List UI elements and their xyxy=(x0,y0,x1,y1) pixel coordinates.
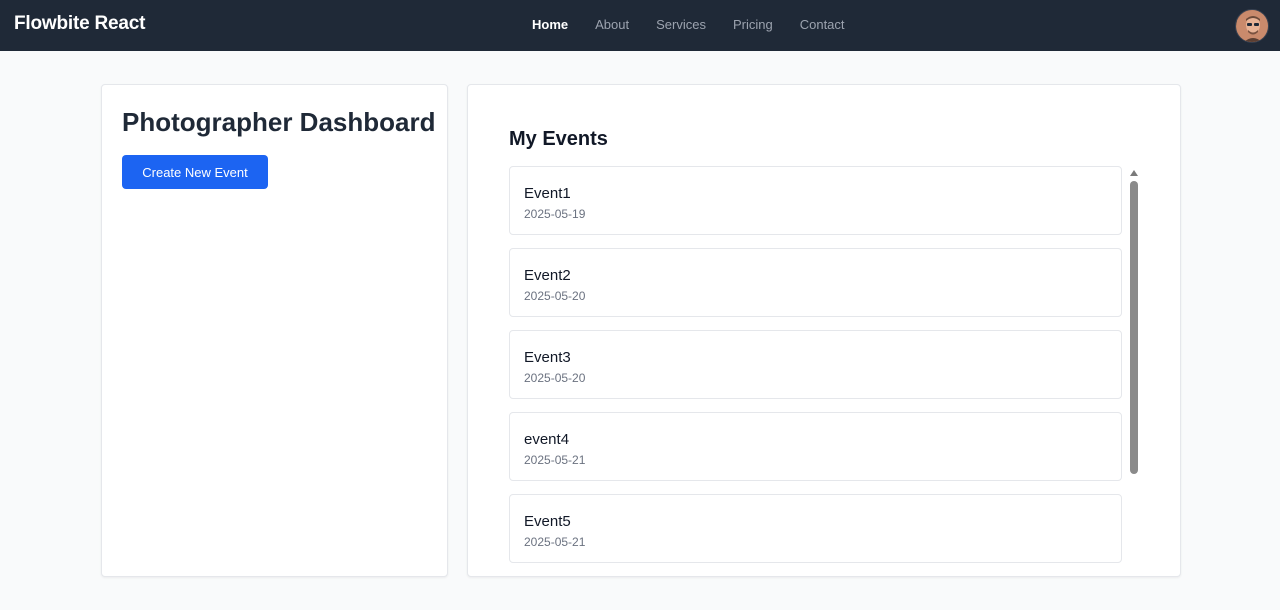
scrollbar-thumb[interactable] xyxy=(1130,181,1138,474)
dashboard-sidebar-card: Photographer Dashboard Create New Event xyxy=(101,84,448,577)
event-list-item-partial[interactable] xyxy=(509,576,1122,577)
event-list-item[interactable]: Event2 2025-05-20 xyxy=(509,248,1122,317)
events-card: My Events Event1 2025-05-19 Event2 2025-… xyxy=(467,84,1181,577)
event-list-item[interactable]: Event5 2025-05-21 xyxy=(509,494,1122,563)
nav-links: Home About Services Pricing Contact xyxy=(532,17,872,32)
event-name: Event2 xyxy=(524,267,571,284)
nav-link-services[interactable]: Services xyxy=(656,17,706,32)
event-date: 2025-05-20 xyxy=(524,371,586,385)
event-list[interactable]: Event1 2025-05-19 Event2 2025-05-20 Even… xyxy=(509,166,1122,577)
nav-link-home[interactable]: Home xyxy=(532,17,568,32)
event-date: 2025-05-21 xyxy=(524,535,586,549)
scroll-up-arrow-icon[interactable] xyxy=(1130,170,1138,176)
navbar: Flowbite React Home About Services Prici… xyxy=(0,0,1280,51)
page-title: Photographer Dashboard xyxy=(122,107,436,137)
event-date: 2025-05-20 xyxy=(524,289,586,303)
event-list-item[interactable]: Event3 2025-05-20 xyxy=(509,330,1122,399)
user-avatar-icon[interactable] xyxy=(1235,9,1269,43)
create-new-event-button[interactable]: Create New Event xyxy=(122,155,268,189)
event-name: Event3 xyxy=(524,349,571,366)
nav-link-about[interactable]: About xyxy=(595,17,629,32)
event-name: Event1 xyxy=(524,185,571,202)
event-date: 2025-05-19 xyxy=(524,207,586,221)
events-section-title: My Events xyxy=(509,128,608,150)
event-list-item[interactable]: event4 2025-05-21 xyxy=(509,412,1122,481)
nav-link-contact[interactable]: Contact xyxy=(800,17,845,32)
nav-link-pricing[interactable]: Pricing xyxy=(733,17,773,32)
event-name: event4 xyxy=(524,431,570,448)
event-list-scrollbar[interactable] xyxy=(1128,167,1140,576)
event-name: Event5 xyxy=(524,513,571,530)
event-list-item[interactable]: Event1 2025-05-19 xyxy=(509,166,1122,235)
brand-logo[interactable]: Flowbite React xyxy=(14,13,145,35)
event-date: 2025-05-21 xyxy=(524,453,586,467)
